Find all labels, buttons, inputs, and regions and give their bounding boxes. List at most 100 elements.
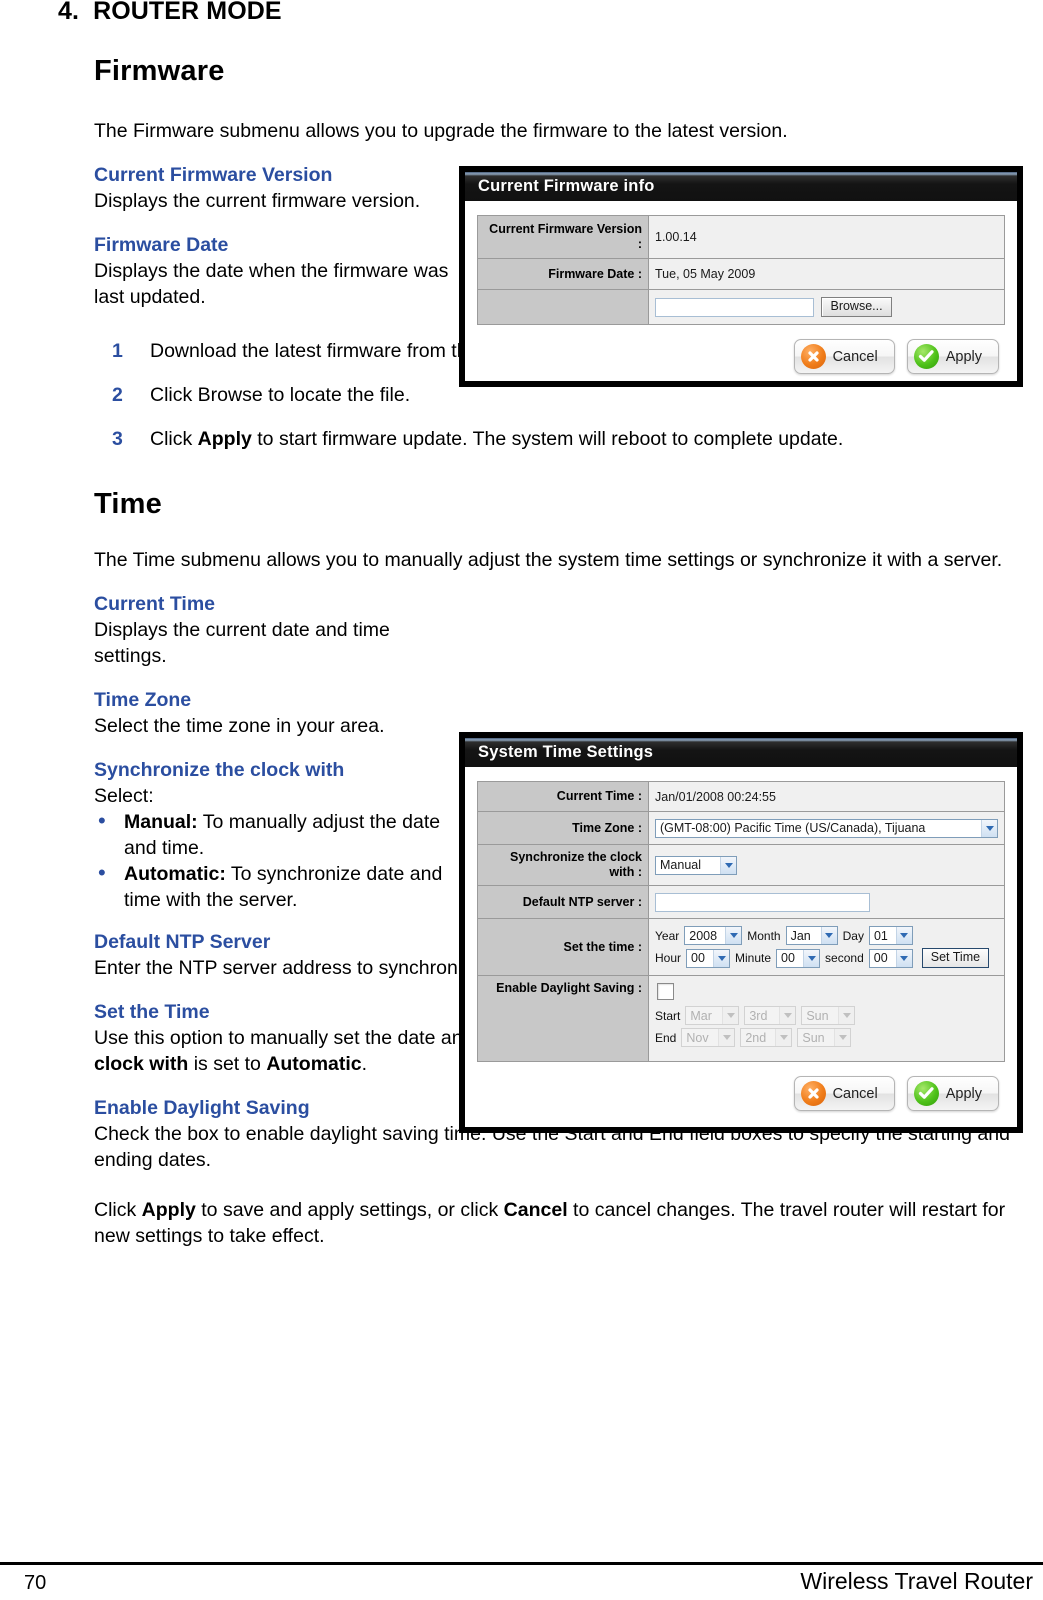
month-label: Month	[747, 928, 781, 943]
year-select[interactable]: 2008	[684, 926, 743, 945]
table-row: Browse...	[477, 289, 1005, 325]
row-label-firmware-version: Current Firmware Version :	[477, 215, 649, 259]
time-zone-select[interactable]: (GMT-08:00) Pacific Time (US/Canada), Ti…	[655, 818, 998, 838]
row-label-ntp: Default NTP server :	[477, 885, 649, 919]
dst-start-month-select[interactable]: Mar	[685, 1006, 740, 1025]
bullet-bold-manual: Manual:	[124, 811, 198, 833]
minute-select-value: 00	[781, 951, 795, 965]
cancel-button[interactable]: Cancel	[793, 339, 895, 374]
dst-checkbox-wrap	[657, 983, 998, 1000]
list-item: Manual: To manually adjust the date and …	[94, 808, 454, 861]
check-icon	[913, 1081, 939, 1106]
browse-button[interactable]: Browse...	[821, 297, 892, 317]
panel-titlebar-time: System Time Settings	[465, 738, 1017, 767]
row-label-empty	[477, 289, 649, 325]
day-select[interactable]: 01	[868, 926, 913, 945]
table-row: Time Zone : (GMT-08:00) Pacific Time (US…	[477, 811, 1005, 845]
table-row: Default NTP server :	[477, 885, 1005, 919]
row-label-sync-with: Synchronize the clock with :	[477, 844, 649, 886]
row-value-time-zone: (GMT-08:00) Pacific Time (US/Canada), Ti…	[648, 811, 1005, 845]
dst-end-row: End Nov 2nd Sun	[655, 1028, 998, 1047]
set-time-date-row: Year 2008 Month Jan Day 01	[655, 926, 998, 945]
def-desc-firmware-date: Displays the date when the firmware was …	[94, 260, 449, 308]
chevron-down-icon	[803, 949, 820, 967]
month-select-value: Jan	[790, 928, 811, 943]
chapter-heading: 4. ROUTER MODE	[58, 0, 282, 26]
system-time-settings-panel: System Time Settings Current Time : Jan/…	[459, 732, 1023, 1133]
chevron-down-icon	[779, 1007, 796, 1024]
month-select[interactable]: Jan	[785, 926, 838, 945]
chevron-down-icon	[713, 949, 730, 967]
year-select-value: 2008	[689, 928, 718, 943]
set-time-desc-part3: .	[361, 1053, 368, 1075]
def-term-current-firmware-version: Current Firmware Version	[94, 164, 333, 186]
list-item: 3 Click Apply to start firmware update. T…	[94, 424, 1022, 454]
minute-select[interactable]: 00	[776, 948, 821, 968]
closing-part2: to save and apply settings, or click	[195, 1199, 504, 1221]
second-label: second	[825, 951, 864, 965]
ntp-server-input[interactable]	[655, 892, 870, 912]
list-item: Automatic: To synchronize date and time …	[94, 860, 454, 913]
second-select[interactable]: 00	[868, 948, 913, 968]
def-term-synchronize-clock: Synchronize the clock with	[94, 759, 345, 781]
row-label-time-zone: Time Zone :	[477, 811, 649, 845]
apply-button-label: Apply	[945, 348, 982, 365]
firmware-panel-actions: Cancel Apply	[477, 325, 1005, 380]
sync-with-select-value: Manual	[660, 858, 701, 872]
chevron-down-icon	[834, 1029, 851, 1046]
chevron-down-icon	[775, 1029, 792, 1046]
row-label-dst: Enable Daylight Saving :	[477, 975, 649, 1062]
day-label: Day	[842, 928, 864, 943]
dst-start-day-select[interactable]: Sun	[801, 1006, 856, 1025]
dst-start-label: Start	[655, 1008, 681, 1023]
set-time-button[interactable]: Set Time	[921, 948, 990, 968]
dst-end-day-value: Sun	[802, 1030, 825, 1045]
hour-select[interactable]: 00	[686, 948, 731, 968]
table-row: Firmware Date : Tue, 05 May 2009	[477, 258, 1005, 290]
dst-end-day-select[interactable]: Sun	[797, 1028, 852, 1047]
dst-start-week-value: 3rd	[749, 1008, 768, 1023]
chapter-title-text: ROUTER MODE	[93, 0, 282, 25]
dst-end-week-select[interactable]: 2nd	[740, 1028, 793, 1047]
row-value-firmware-version: 1.00.14	[648, 215, 1005, 259]
page-number: 70	[24, 1572, 47, 1594]
row-value-ntp	[648, 885, 1005, 919]
panel-title: Current Firmware info	[478, 177, 655, 195]
apply-button[interactable]: Apply	[906, 339, 999, 374]
hour-label: Hour	[655, 951, 682, 965]
firmware-intro: The Firmware submenu allows you to upgra…	[94, 120, 788, 142]
firmware-section-heading: Firmware	[94, 55, 225, 87]
chevron-down-icon	[838, 1007, 855, 1024]
step-text: Click	[150, 428, 198, 450]
time-panel-body: Current Time : Jan/01/2008 00:24:55 Time…	[465, 767, 1017, 1127]
footer-divider	[0, 1562, 1043, 1565]
closing-bold-apply: Apply	[141, 1199, 196, 1221]
chevron-down-icon	[981, 819, 997, 837]
closing-bold-cancel: Cancel	[503, 1199, 568, 1221]
chevron-down-icon	[720, 856, 736, 874]
table-row: Synchronize the clock with : Manual	[477, 844, 1005, 886]
system-time-table: Current Time : Jan/01/2008 00:24:55 Time…	[477, 781, 1005, 1062]
chevron-down-icon	[725, 927, 742, 944]
cancel-button[interactable]: Cancel	[793, 1076, 895, 1111]
day-select-value: 01	[873, 928, 888, 943]
step-number: 1	[112, 340, 123, 362]
table-row: Enable Daylight Saving : Start Mar 3rd S…	[477, 975, 1005, 1062]
page-footer: 70 Wireless Travel Router	[0, 1568, 1043, 1595]
dst-start-week-select[interactable]: 3rd	[744, 1006, 797, 1025]
firmware-definitions: Current Firmware Version Displays the cu…	[94, 162, 454, 310]
dst-start-month-value: Mar	[690, 1008, 712, 1023]
check-icon	[913, 344, 939, 369]
dst-start-day-value: Sun	[806, 1008, 829, 1023]
enable-daylight-saving-checkbox[interactable]	[657, 983, 674, 1000]
table-row: Set the time : Year 2008 Month Jan Day 0…	[477, 918, 1005, 976]
row-label-firmware-date: Firmware Date :	[477, 258, 649, 290]
apply-button[interactable]: Apply	[906, 1076, 999, 1111]
panel-title: System Time Settings	[478, 743, 654, 761]
cancel-button-label: Cancel	[832, 1085, 878, 1102]
firmware-file-input[interactable]	[655, 297, 814, 317]
sync-with-select[interactable]: Manual	[655, 855, 737, 875]
cancel-button-label: Cancel	[832, 348, 878, 365]
dst-end-month-select[interactable]: Nov	[681, 1028, 736, 1047]
apply-button-label: Apply	[945, 1085, 982, 1102]
